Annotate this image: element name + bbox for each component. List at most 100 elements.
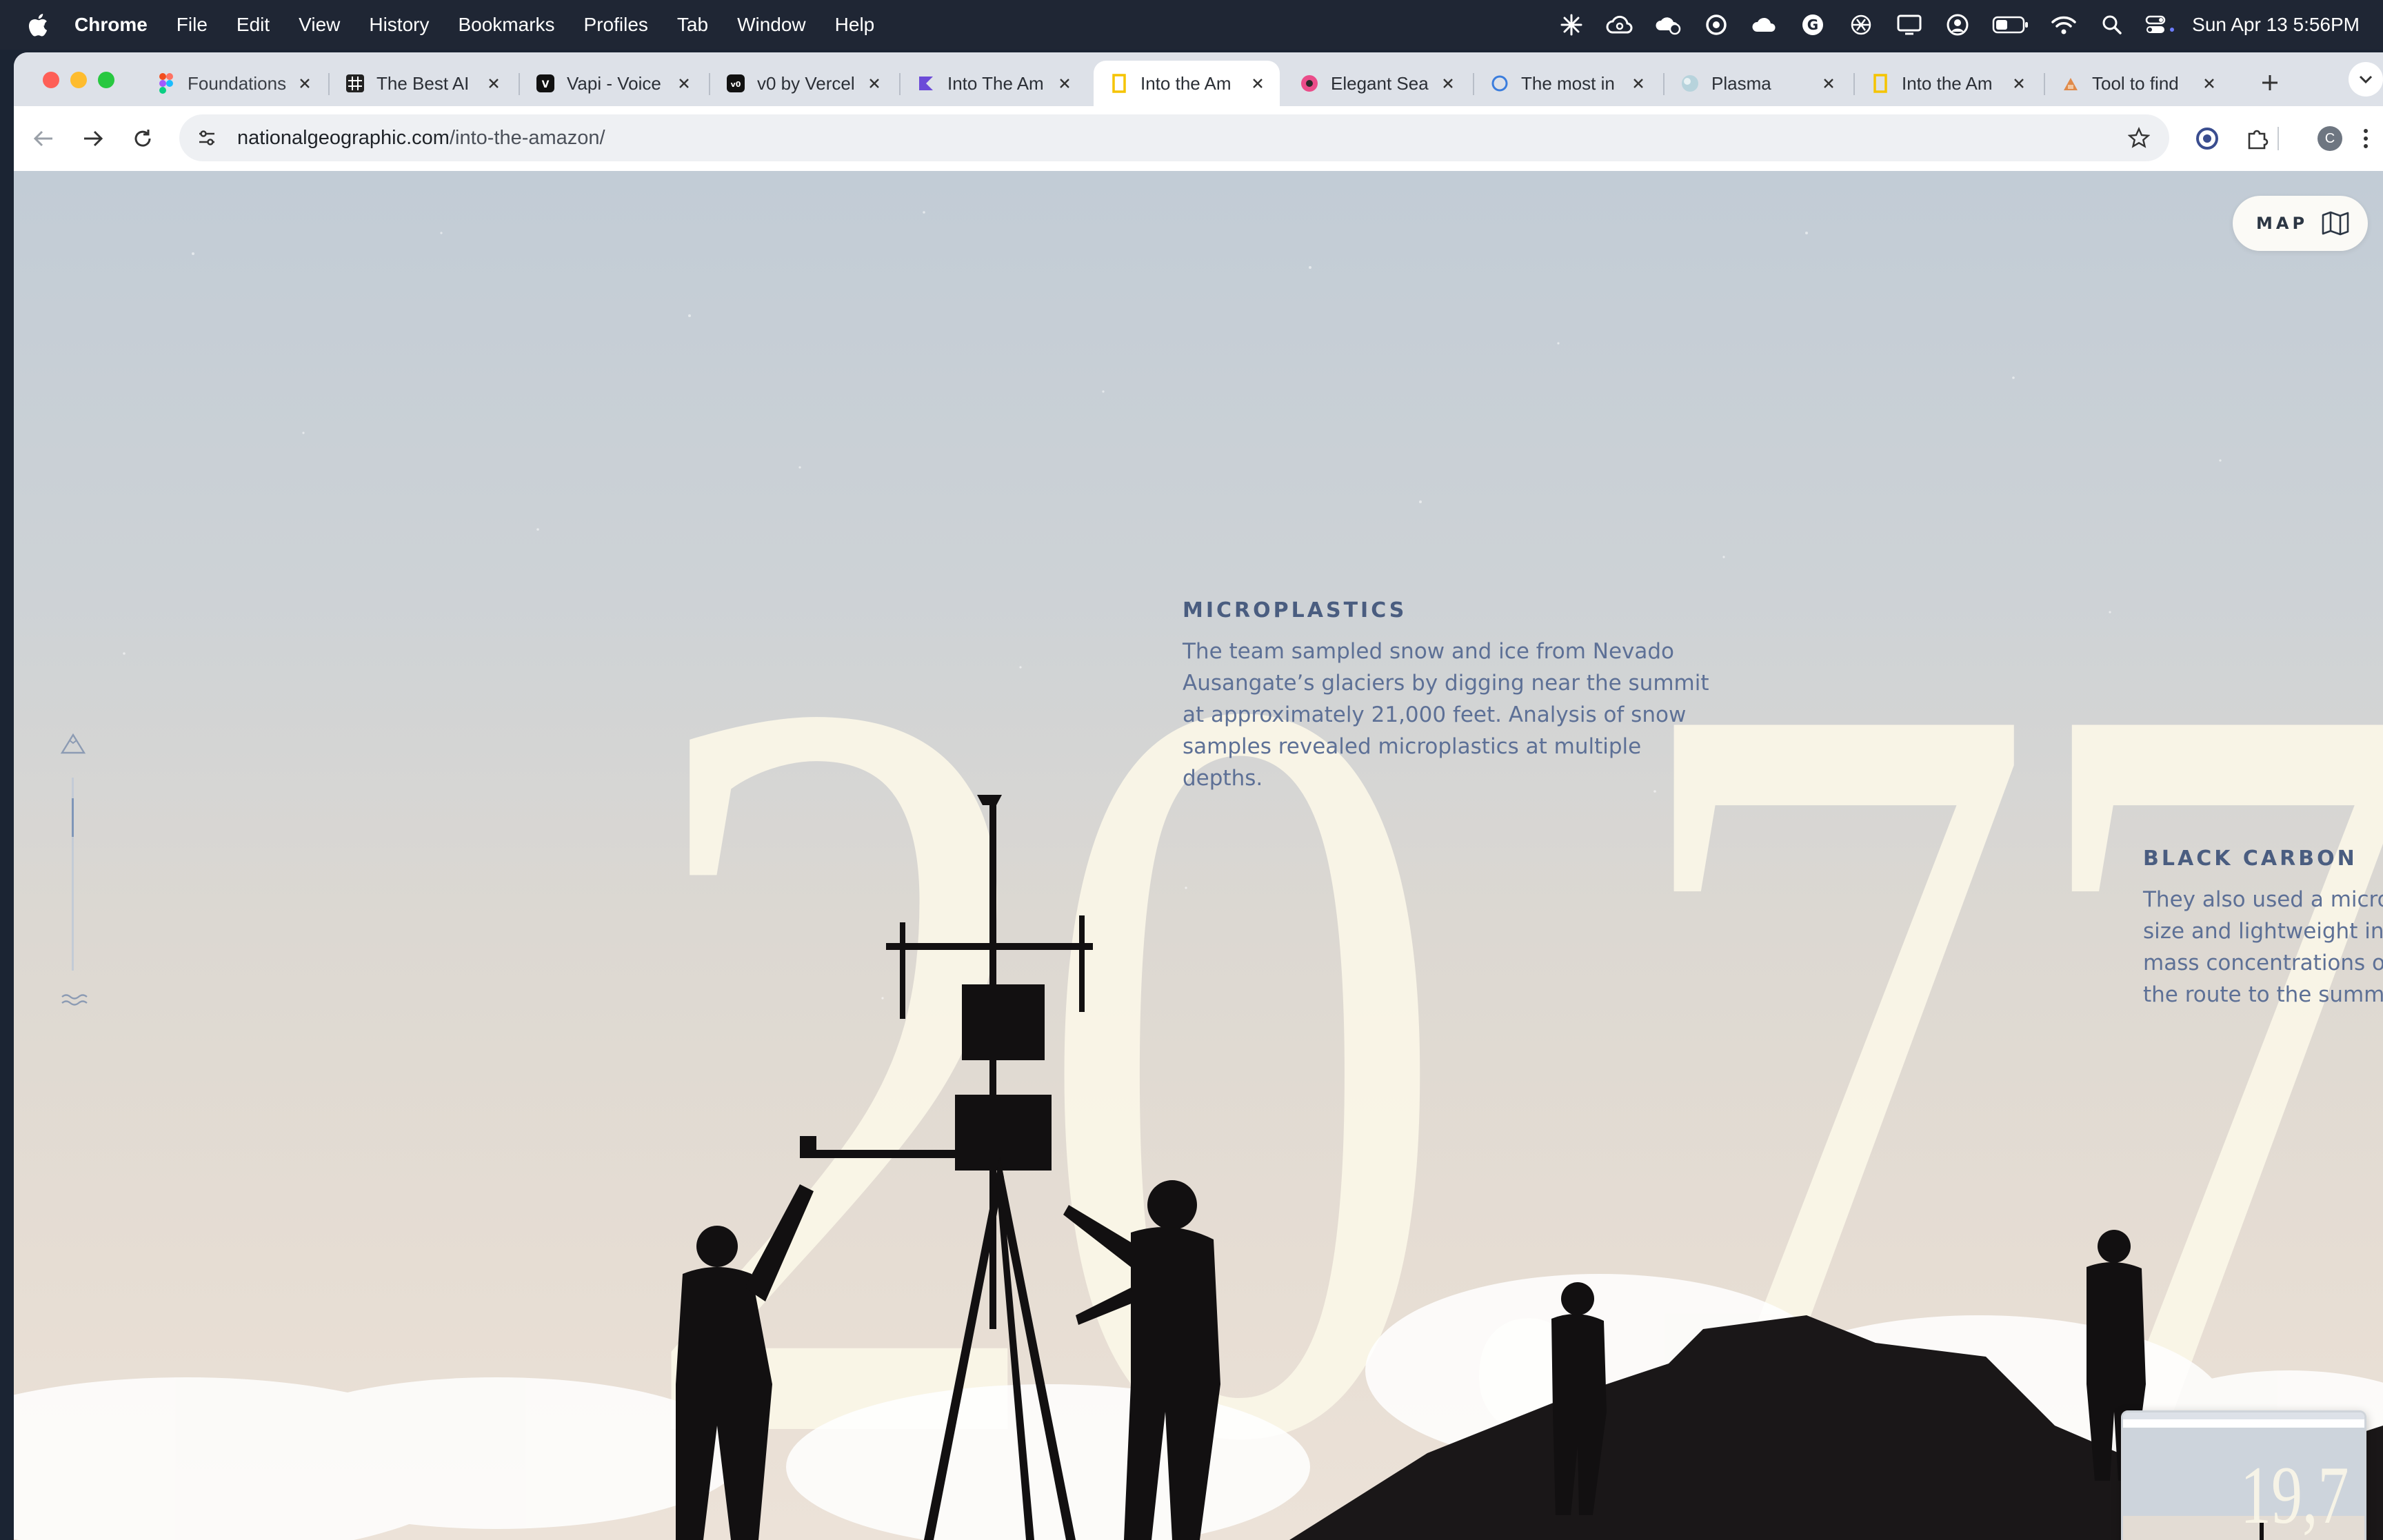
scroll-progress-indicator[interactable] bbox=[72, 798, 74, 837]
tab-close-icon[interactable] bbox=[1629, 74, 1648, 93]
menu-bookmarks[interactable]: Bookmarks bbox=[458, 14, 554, 36]
tab-close-icon[interactable] bbox=[2200, 74, 2219, 93]
chatgpt-icon[interactable] bbox=[1846, 10, 1876, 40]
tab-close-icon[interactable] bbox=[1438, 74, 1458, 93]
tab-into-the-amazon-2[interactable]: Into the Am bbox=[1855, 61, 2041, 106]
vapi-icon: V bbox=[535, 73, 556, 94]
tab-close-icon[interactable] bbox=[1819, 74, 1838, 93]
thumbnail-number: 19,7 bbox=[2240, 1449, 2349, 1540]
tab-the-most[interactable]: The most in bbox=[1474, 61, 1660, 106]
linear-icon bbox=[916, 73, 936, 94]
grid-icon bbox=[345, 73, 365, 94]
v0-icon: v0 bbox=[725, 73, 746, 94]
tab-v0[interactable]: v0 v0 by Vercel bbox=[710, 61, 896, 106]
icloud-icon[interactable] bbox=[1749, 10, 1780, 40]
tab-best-ai[interactable]: The Best AI bbox=[330, 61, 516, 106]
tab-title: Foundations bbox=[188, 72, 287, 94]
url-path: /into-the-amazon/ bbox=[449, 126, 605, 149]
tab-title: Elegant Sea bbox=[1331, 72, 1429, 94]
minimize-window-button[interactable] bbox=[70, 72, 87, 88]
profile-avatar[interactable]: C bbox=[2314, 123, 2346, 154]
url-text[interactable]: nationalgeographic.com/into-the-amazon/ bbox=[237, 127, 605, 150]
tab-title: v0 by Vercel bbox=[757, 72, 855, 94]
creative-cloud-icon[interactable] bbox=[1605, 10, 1635, 40]
menu-tab[interactable]: Tab bbox=[677, 14, 708, 36]
tab-title: Into the Am bbox=[1140, 72, 1231, 94]
screen-recording-thumbnail[interactable]: 19,7 bbox=[2121, 1410, 2366, 1540]
menu-edit[interactable]: Edit bbox=[237, 14, 270, 36]
tab-close-icon[interactable] bbox=[2009, 74, 2029, 93]
water-waves-icon[interactable] bbox=[58, 984, 88, 1015]
control-center-icon[interactable] bbox=[2145, 10, 2175, 40]
tab-foundations[interactable]: Foundations bbox=[141, 61, 327, 106]
natgeo-icon bbox=[1109, 73, 1129, 94]
menu-help[interactable]: Help bbox=[835, 14, 875, 36]
tab-vapi[interactable]: V Vapi - Voice bbox=[520, 61, 706, 106]
back-button[interactable] bbox=[28, 123, 59, 154]
avatar-initial: C bbox=[2317, 126, 2342, 151]
mountain-icon[interactable] bbox=[58, 729, 88, 760]
tab-tool-to-find[interactable]: Tool to find bbox=[2045, 61, 2231, 106]
extensions-icon[interactable] bbox=[2241, 123, 2273, 154]
figma-icon bbox=[156, 73, 177, 94]
tab-close-icon[interactable] bbox=[1055, 74, 1074, 93]
wifi-icon[interactable] bbox=[2049, 10, 2079, 40]
svg-text:V: V bbox=[542, 79, 550, 90]
tab-close-icon[interactable] bbox=[295, 74, 314, 93]
menu-window[interactable]: Window bbox=[737, 14, 806, 36]
copilot-icon[interactable] bbox=[1701, 10, 1731, 40]
menu-app-name[interactable]: Chrome bbox=[74, 14, 148, 36]
menu-bar-clock[interactable]: Sun Apr 13 5:56PM bbox=[2192, 14, 2360, 36]
close-window-button[interactable] bbox=[43, 72, 59, 88]
tab-close-icon[interactable] bbox=[484, 74, 503, 93]
tab-close-icon[interactable] bbox=[865, 74, 884, 93]
svg-text:G: G bbox=[1807, 17, 1818, 33]
forward-button[interactable] bbox=[77, 123, 109, 154]
summit-silhouette-scene bbox=[14, 795, 2383, 1540]
reload-button[interactable] bbox=[127, 123, 159, 154]
zoom-window-button[interactable] bbox=[98, 72, 114, 88]
new-tab-button[interactable] bbox=[2255, 68, 2285, 98]
menu-profiles[interactable]: Profiles bbox=[584, 14, 648, 36]
dribbble-icon bbox=[1299, 73, 1320, 94]
address-bar[interactable]: nationalgeographic.com/into-the-amazon/ bbox=[179, 114, 2169, 161]
tab-into-the-amazon-linear[interactable]: Into The Am bbox=[901, 61, 1087, 106]
toolbar-divider bbox=[2277, 123, 2280, 154]
tab-title: Tool to find bbox=[2092, 72, 2179, 94]
site-info-icon[interactable] bbox=[193, 124, 221, 152]
url-domain: nationalgeographic.com bbox=[237, 126, 450, 149]
tab-title: Vapi - Voice bbox=[567, 72, 661, 94]
cloud-sync-icon[interactable] bbox=[1653, 10, 1683, 40]
apple-icon[interactable] bbox=[26, 12, 50, 37]
bookmark-star-icon[interactable] bbox=[2125, 124, 2153, 152]
tab-title: The Best AI bbox=[376, 72, 470, 94]
tab-title: Into the Am bbox=[1902, 72, 1993, 94]
tab-close-icon[interactable] bbox=[1248, 74, 1267, 93]
map-button-label: MAP bbox=[2256, 214, 2309, 233]
spotlight-search-icon[interactable] bbox=[2097, 10, 2127, 40]
tab-title: Plasma bbox=[1711, 72, 1771, 94]
chrome-menu-icon[interactable] bbox=[2355, 123, 2376, 154]
svg-text:v0: v0 bbox=[731, 80, 741, 89]
map-button[interactable]: MAP bbox=[2233, 196, 2368, 251]
battery-icon[interactable] bbox=[1991, 10, 2031, 40]
circle-icon bbox=[1489, 73, 1510, 94]
plasma-icon bbox=[1680, 73, 1700, 94]
menu-history[interactable]: History bbox=[369, 14, 429, 36]
user-account-icon[interactable] bbox=[1942, 10, 1973, 40]
copilot-extension-icon[interactable] bbox=[2191, 123, 2223, 154]
sparkle-icon[interactable] bbox=[1556, 10, 1587, 40]
tab-title: Into The Am bbox=[947, 72, 1044, 94]
tool-icon bbox=[2060, 73, 2081, 94]
menu-view[interactable]: View bbox=[299, 14, 340, 36]
tab-search-button[interactable] bbox=[2349, 62, 2383, 97]
web-page: 20,770 MICROPLASTICS The team sampled sn… bbox=[14, 171, 2383, 1540]
tab-elegant-sea[interactable]: Elegant Sea bbox=[1284, 61, 1470, 106]
browser-toolbar: nationalgeographic.com/into-the-amazon/ … bbox=[14, 106, 2383, 172]
menu-file[interactable]: File bbox=[177, 14, 208, 36]
display-icon[interactable] bbox=[1894, 10, 1924, 40]
tab-close-icon[interactable] bbox=[674, 74, 694, 93]
tab-into-the-amazon-active[interactable]: Into the Am bbox=[1094, 61, 1280, 106]
tab-plasma[interactable]: Plasma bbox=[1665, 61, 1851, 106]
grammarly-icon[interactable]: G bbox=[1798, 10, 1828, 40]
